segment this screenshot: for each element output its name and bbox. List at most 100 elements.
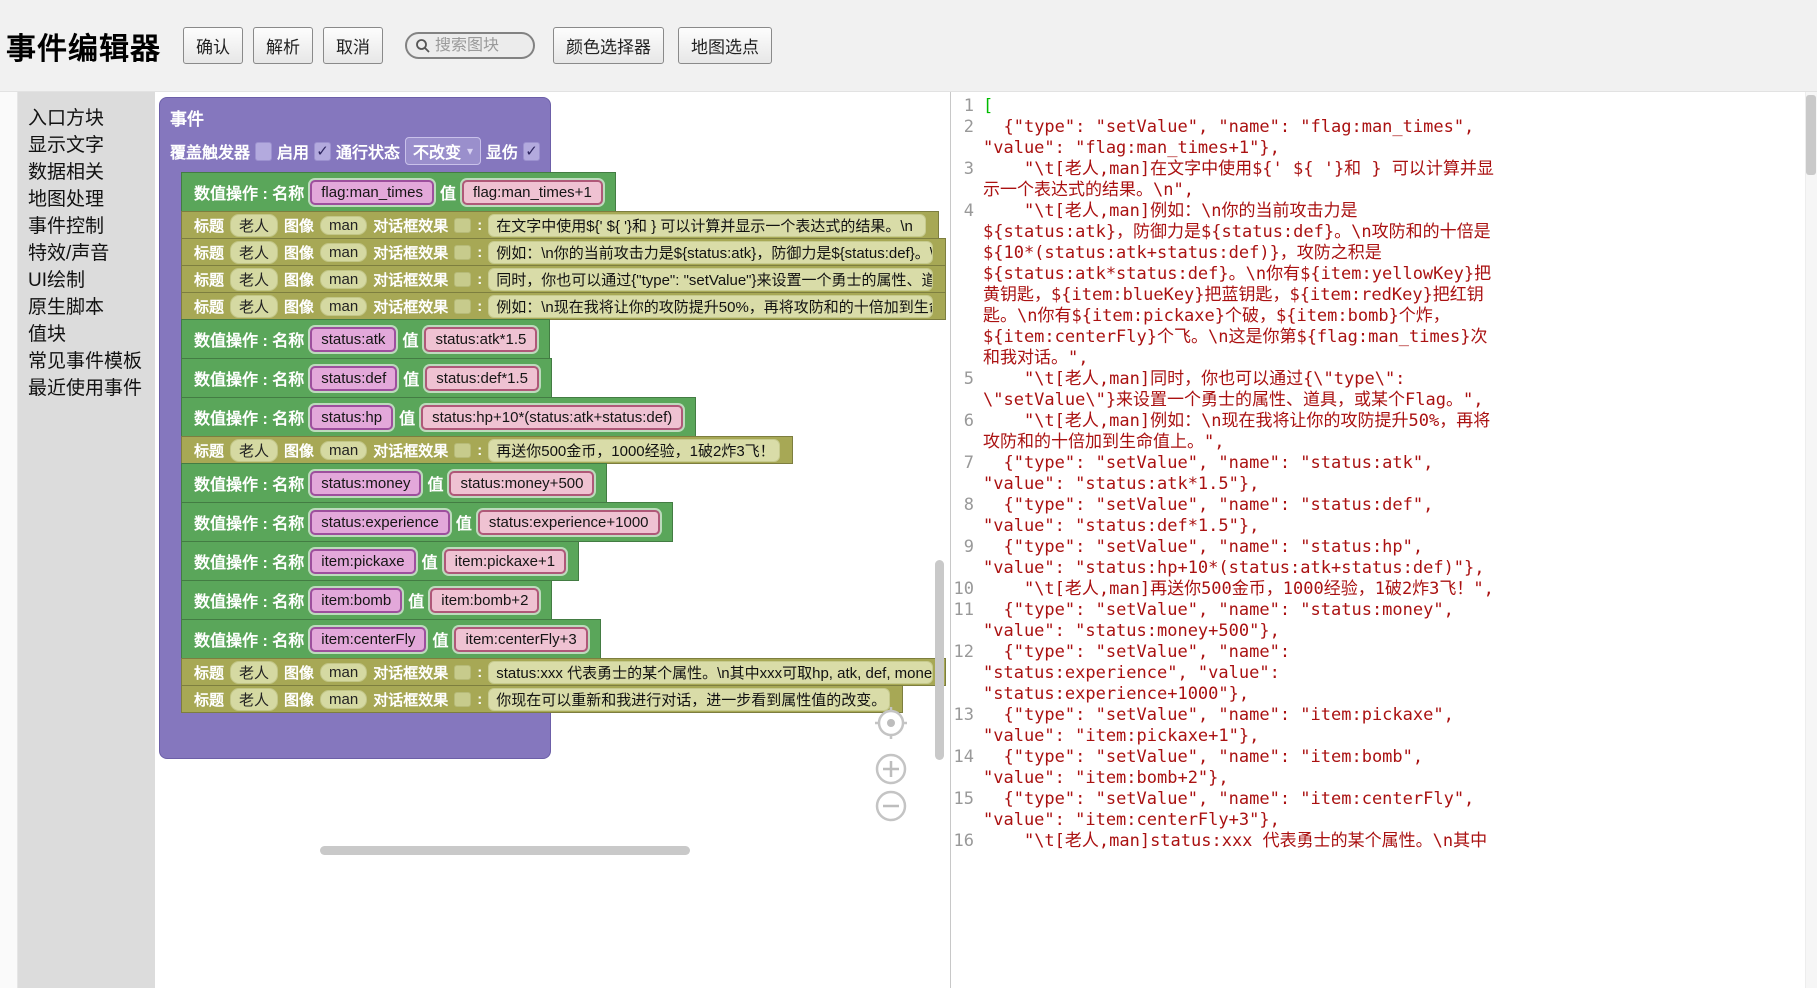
confirm-button[interactable]: 确认 (183, 27, 243, 64)
image-field[interactable]: man (320, 441, 367, 460)
name-field-pill[interactable]: status:atk (310, 327, 396, 352)
name-field-pill[interactable]: status:experience (310, 510, 450, 535)
event-block-footer (159, 713, 551, 759)
image-field[interactable]: man (320, 270, 367, 289)
override-trigger-checkbox[interactable] (255, 142, 272, 161)
setvalue-block[interactable]: 数值操作 : 名称 item:pickaxe 值 item:pickaxe+1 (181, 541, 579, 581)
color-picker-button[interactable]: 颜色选择器 (553, 27, 664, 64)
event-block[interactable]: 事件 覆盖触发器 启用 ✓ 通行状态 不改变 ▾ 显伤 ✓ (159, 97, 946, 759)
dialog-text-field[interactable]: 再送你500金币，1000经验，1破2炸3飞！ (488, 439, 780, 462)
setvalue-block[interactable]: 数值操作 : 名称 status:hp 值 status:hp+10*(stat… (181, 397, 696, 437)
dialog-text-field[interactable]: 你现在可以重新和我进行对话，进一步看到属性值的改变。 (488, 688, 890, 711)
title-field[interactable]: 老人 (230, 241, 278, 264)
dialog-text-field[interactable]: 例如：\n你的当前攻击力是${status:atk}，防御力是${status:… (488, 241, 933, 264)
workspace-horizontal-scrollbar[interactable] (320, 846, 690, 855)
dialog-block[interactable]: 标题 老人 图像 man 对话框效果 : status:xxx 代表勇士的某个属… (181, 658, 946, 686)
title-field[interactable]: 老人 (230, 688, 278, 711)
dialog-effect-checkbox[interactable] (454, 443, 471, 458)
image-field[interactable]: man (320, 663, 367, 682)
setvalue-block[interactable]: 数值操作 : 名称 item:bomb 值 item:bomb+2 (181, 580, 552, 620)
toolbox-item-control[interactable]: 事件控制 (18, 213, 155, 240)
image-field[interactable]: man (320, 297, 367, 316)
name-field-pill[interactable]: status:hp (310, 405, 393, 430)
damage-checkbox[interactable]: ✓ (523, 142, 540, 161)
title-field[interactable]: 老人 (230, 661, 278, 684)
name-field-pill[interactable]: status:def (310, 366, 397, 391)
image-field[interactable]: man (320, 216, 367, 235)
dialog-text-field[interactable]: 例如：\n现在我将让你的攻防提升50%，再将攻防和的十倍加到生命值上。 (488, 295, 933, 318)
setvalue-block[interactable]: 数值操作 : 名称 status:experience 值 status:exp… (181, 502, 673, 542)
value-field-pill[interactable]: item:pickaxe+1 (444, 549, 566, 574)
image-field[interactable]: man (320, 690, 367, 709)
name-field-pill[interactable]: item:bomb (310, 588, 402, 613)
toolbox-item-ui[interactable]: UI绘制 (18, 267, 155, 294)
dialog-block[interactable]: 标题 老人 图像 man 对话框效果 : 同时，你也可以通过{"type": "… (181, 265, 946, 293)
toolbox-item-templates[interactable]: 常见事件模板 (18, 348, 155, 375)
dialog-effect-checkbox[interactable] (454, 272, 471, 287)
value-field-pill[interactable]: flag:man_times+1 (462, 180, 603, 205)
dialog-text-field[interactable]: 同时，你也可以通过{"type": "setValue"}来设置一个勇士的属性、… (488, 268, 933, 291)
enable-checkbox[interactable]: ✓ (314, 142, 331, 161)
title-field[interactable]: 老人 (230, 295, 278, 318)
workspace-vertical-scrollbar[interactable] (935, 560, 944, 760)
code-line: {"type": "setValue", "name": "status:exp… (983, 642, 1498, 705)
toolbox-item-data[interactable]: 数据相关 (18, 159, 155, 186)
block-toolbox: 入口方块 显示文字 数据相关 地图处理 事件控制 特效/声音 UI绘制 原生脚本… (18, 92, 155, 988)
dialog-text-field[interactable]: status:xxx 代表勇士的某个属性。\n其中xxx可取hp, atk, d… (488, 661, 933, 684)
parse-button[interactable]: 解析 (253, 27, 313, 64)
dialog-block[interactable]: 标题 老人 图像 man 对话框效果 : 例如：\n现在我将让你的攻防提升50%… (181, 292, 946, 320)
dialog-block[interactable]: 标题 老人 图像 man 对话框效果 : 例如：\n你的当前攻击力是${stat… (181, 238, 946, 266)
dialog-block[interactable]: 标题 老人 图像 man 对话框效果 : 在文字中使用${' ${ '}和 } … (181, 211, 939, 239)
value-field-pill[interactable]: status:hp+10*(status:atk+status:def) (421, 405, 683, 430)
line-number: 3 (951, 159, 983, 201)
toolbox-item-text[interactable]: 显示文字 (18, 132, 155, 159)
map-pick-button[interactable]: 地图选点 (678, 27, 772, 64)
dialog-effect-checkbox[interactable] (454, 245, 471, 260)
dialog-block[interactable]: 标题 老人 图像 man 对话框效果 : 你现在可以重新和我进行对话，进一步看到… (181, 685, 903, 713)
title-field[interactable]: 老人 (230, 268, 278, 291)
name-field-pill[interactable]: item:pickaxe (310, 549, 415, 574)
dialog-effect-checkbox[interactable] (454, 665, 471, 680)
toolbox-item-map[interactable]: 地图处理 (18, 186, 155, 213)
code-scrollbar-thumb[interactable] (1806, 95, 1816, 175)
value-field-pill[interactable]: status:experience+1000 (478, 510, 660, 535)
code-scrollbar-track[interactable] (1805, 92, 1817, 988)
code-editor[interactable]: 1[ 2 {"type": "setValue", "name": "flag:… (950, 92, 1817, 988)
value-field-pill[interactable]: item:centerFly+3 (454, 627, 587, 652)
search-box[interactable] (405, 32, 535, 59)
cancel-button[interactable]: 取消 (323, 27, 383, 64)
setvalue-block[interactable]: 数值操作 : 名称 status:money 值 status:money+50… (181, 463, 607, 503)
dialog-block[interactable]: 标题 老人 图像 man 对话框效果 : 再送你500金币，1000经验，1破2… (181, 436, 793, 464)
pass-state-dropdown[interactable]: 不改变 ▾ (405, 137, 481, 165)
toolbox-item-value[interactable]: 值块 (18, 321, 155, 348)
setvalue-block[interactable]: 数值操作 : 名称 status:atk 值 status:atk*1.5 (181, 319, 550, 359)
dialog-effect-checkbox[interactable] (454, 218, 471, 233)
toolbox-item-effects[interactable]: 特效/声音 (18, 240, 155, 267)
code-line: {"type": "setValue", "name": "status:hp"… (983, 537, 1498, 579)
setvalue-block[interactable]: 数值操作 : 名称 flag:man_times 值 flag:man_time… (181, 172, 616, 212)
name-field-pill[interactable]: status:money (310, 471, 421, 496)
toolbox-item-script[interactable]: 原生脚本 (18, 294, 155, 321)
value-field-pill[interactable]: status:money+500 (449, 471, 594, 496)
title-field[interactable]: 老人 (230, 439, 278, 462)
image-field[interactable]: man (320, 243, 367, 262)
value-field-pill[interactable]: item:bomb+2 (430, 588, 539, 613)
toolbox-item-entry[interactable]: 入口方块 (18, 105, 155, 132)
blockly-workspace[interactable]: 事件 覆盖触发器 启用 ✓ 通行状态 不改变 ▾ 显伤 ✓ (155, 92, 950, 988)
value-field-pill[interactable]: status:def*1.5 (425, 366, 539, 391)
setvalue-block[interactable]: 数值操作 : 名称 item:centerFly 值 item:centerFl… (181, 619, 601, 659)
dialog-text-field[interactable]: 在文字中使用${' ${ '}和 } 可以计算并显示一个表达式的结果。\n (488, 214, 926, 237)
title-field[interactable]: 老人 (230, 214, 278, 237)
dialog-effect-checkbox[interactable] (454, 692, 471, 707)
recenter-crosshair-button[interactable] (872, 704, 910, 742)
event-block-header[interactable]: 事件 覆盖触发器 启用 ✓ 通行状态 不改变 ▾ 显伤 ✓ (159, 97, 551, 173)
dialog-effect-checkbox[interactable] (454, 299, 471, 314)
search-input[interactable] (435, 37, 527, 55)
toolbox-item-recent[interactable]: 最近使用事件 (18, 375, 155, 402)
value-field-pill[interactable]: status:atk*1.5 (424, 327, 537, 352)
name-field-pill[interactable]: flag:man_times (310, 180, 434, 205)
zoom-in-button[interactable] (874, 752, 908, 786)
name-field-pill[interactable]: item:centerFly (310, 627, 426, 652)
setvalue-block[interactable]: 数值操作 : 名称 status:def 值 status:def*1.5 (181, 358, 552, 398)
zoom-out-button[interactable] (874, 789, 908, 823)
